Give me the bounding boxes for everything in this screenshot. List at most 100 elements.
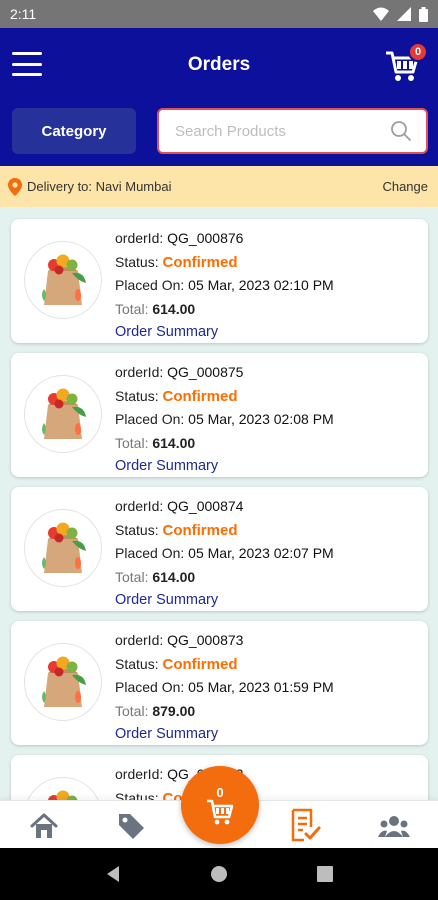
order-id: QG_000873 bbox=[167, 632, 244, 648]
order-status-label: Status: bbox=[115, 655, 159, 672]
search-icon[interactable] bbox=[390, 120, 412, 142]
order-status: Confirmed bbox=[162, 387, 238, 405]
order-placed-on: 05 Mar, 2023 02:10 PM bbox=[188, 277, 334, 293]
orders-list[interactable]: orderId: QG_000876 Status: Confirmed Pla… bbox=[0, 207, 438, 800]
recents-button[interactable] bbox=[313, 862, 337, 886]
grocery-bag-icon bbox=[42, 656, 86, 707]
order-card[interactable]: orderId: QG_000876 Status: Confirmed Pla… bbox=[11, 219, 428, 343]
signal-icon bbox=[397, 7, 411, 21]
delivery-bar: Delivery to: Navi Mumbai Change bbox=[0, 166, 438, 207]
order-id: QG_000874 bbox=[167, 498, 244, 514]
order-status: Confirmed bbox=[162, 521, 238, 539]
order-card[interactable]: orderId: QG_000873 Status: Confirmed Pla… bbox=[11, 621, 428, 745]
order-id: QG_000875 bbox=[167, 364, 244, 380]
order-id-label: orderId: bbox=[115, 632, 164, 648]
order-id-label: orderId: bbox=[115, 498, 164, 514]
order-status: Confirmed bbox=[162, 253, 238, 271]
delivery-label: Delivery to: Navi Mumbai bbox=[27, 179, 172, 194]
cart-icon bbox=[207, 799, 234, 824]
order-id-label: orderId: bbox=[115, 364, 164, 380]
nav-profile[interactable] bbox=[364, 801, 424, 849]
order-status-row: Status: Confirmed bbox=[115, 519, 334, 543]
order-card[interactable]: orderId: QG_000874 Status: Confirmed Pla… bbox=[11, 487, 428, 611]
order-thumbnail bbox=[24, 509, 102, 587]
order-total-label: Total: bbox=[115, 702, 149, 719]
order-status-row: Status: Confirmed bbox=[115, 653, 334, 677]
order-total-label: Total: bbox=[115, 434, 149, 451]
order-thumbnail bbox=[24, 777, 102, 800]
order-total-label: Total: bbox=[115, 568, 149, 585]
orders-icon bbox=[291, 808, 321, 842]
home-button[interactable] bbox=[207, 862, 231, 886]
back-button[interactable] bbox=[101, 862, 125, 886]
order-total: 614.00 bbox=[152, 568, 196, 585]
recents-icon bbox=[317, 866, 333, 882]
delivery-location: Delivery to: Navi Mumbai bbox=[8, 177, 382, 196]
order-placed-label: Placed On: bbox=[115, 679, 185, 695]
order-thumbnail bbox=[24, 375, 102, 453]
order-status-label: Status: bbox=[115, 387, 159, 404]
grocery-bag-icon bbox=[42, 254, 86, 305]
nav-home[interactable] bbox=[14, 801, 74, 849]
order-id-label: orderId: bbox=[115, 766, 164, 782]
order-total-row: Total: 614.00 bbox=[115, 298, 334, 322]
app-header: Orders 0 Category bbox=[0, 28, 438, 166]
order-card[interactable]: orderId: QG_000875 Status: Confirmed Pla… bbox=[11, 353, 428, 477]
order-placed-on: 05 Mar, 2023 01:59 PM bbox=[188, 679, 334, 695]
order-total-row: Total: 614.00 bbox=[115, 566, 334, 590]
order-total: 614.00 bbox=[152, 300, 196, 317]
order-placed-on: 05 Mar, 2023 02:08 PM bbox=[188, 411, 334, 427]
order-info: orderId: QG_000874 Status: Confirmed Pla… bbox=[115, 495, 334, 613]
grocery-bag-icon bbox=[42, 388, 86, 439]
order-total-row: Total: 614.00 bbox=[115, 432, 334, 456]
wifi-icon bbox=[373, 7, 389, 21]
home-icon bbox=[30, 813, 58, 838]
floating-cart-button[interactable]: 0 bbox=[181, 766, 259, 844]
location-pin-icon bbox=[8, 177, 22, 196]
nav-orders[interactable] bbox=[275, 801, 335, 849]
order-placed-row: Placed On: 05 Mar, 2023 02:08 PM bbox=[115, 408, 334, 432]
status-bar: 2:11 bbox=[0, 0, 438, 28]
cart-count-badge: 0 bbox=[408, 42, 428, 62]
order-info: orderId: QG_000873 Status: Confirmed Pla… bbox=[115, 629, 334, 747]
order-thumbnail bbox=[24, 643, 102, 721]
order-id-label: orderId: bbox=[115, 230, 164, 246]
nav-offers[interactable] bbox=[101, 801, 161, 849]
status-time: 2:11 bbox=[10, 6, 37, 22]
grocery-bag-icon bbox=[42, 522, 86, 573]
order-id-row: orderId: QG_000876 bbox=[115, 227, 334, 251]
order-placed-row: Placed On: 05 Mar, 2023 02:07 PM bbox=[115, 542, 334, 566]
order-summary-link[interactable]: Order Summary bbox=[115, 589, 334, 613]
battery-icon bbox=[419, 6, 428, 22]
system-nav-bar bbox=[0, 848, 438, 900]
page-title: Orders bbox=[187, 54, 251, 75]
order-placed-label: Placed On: bbox=[115, 411, 185, 427]
profile-icon bbox=[378, 816, 410, 837]
order-status-row: Status: Confirmed bbox=[115, 385, 334, 409]
order-placed-label: Placed On: bbox=[115, 277, 185, 293]
order-placed-row: Placed On: 05 Mar, 2023 02:10 PM bbox=[115, 274, 334, 298]
order-id-row: orderId: QG_000875 bbox=[115, 361, 334, 385]
order-status-label: Status: bbox=[115, 789, 159, 801]
category-button[interactable]: Category bbox=[12, 108, 136, 154]
order-placed-on: 05 Mar, 2023 02:07 PM bbox=[188, 545, 334, 561]
status-icons bbox=[373, 6, 428, 22]
change-location-link[interactable]: Change bbox=[382, 179, 428, 194]
order-id: QG_000876 bbox=[167, 230, 244, 246]
order-status: Confirmed bbox=[162, 655, 238, 673]
order-total: 879.00 bbox=[152, 702, 196, 719]
home-circle-icon bbox=[211, 866, 227, 882]
search-box[interactable] bbox=[157, 108, 428, 154]
order-total-row: Total: 879.00 bbox=[115, 700, 334, 724]
order-status-label: Status: bbox=[115, 521, 159, 538]
cart-button[interactable]: 0 bbox=[384, 42, 428, 82]
order-summary-link[interactable]: Order Summary bbox=[115, 455, 334, 479]
order-info: orderId: QG_000875 Status: Confirmed Pla… bbox=[115, 361, 334, 479]
grocery-bag-icon bbox=[48, 790, 78, 800]
order-summary-link[interactable]: Order Summary bbox=[115, 723, 334, 747]
order-summary-link[interactable]: Order Summary bbox=[115, 321, 334, 345]
order-total-label: Total: bbox=[115, 300, 149, 317]
search-input[interactable] bbox=[175, 122, 390, 140]
order-total: 614.00 bbox=[152, 434, 196, 451]
order-placed-row: Placed On: 05 Mar, 2023 01:59 PM bbox=[115, 676, 334, 700]
